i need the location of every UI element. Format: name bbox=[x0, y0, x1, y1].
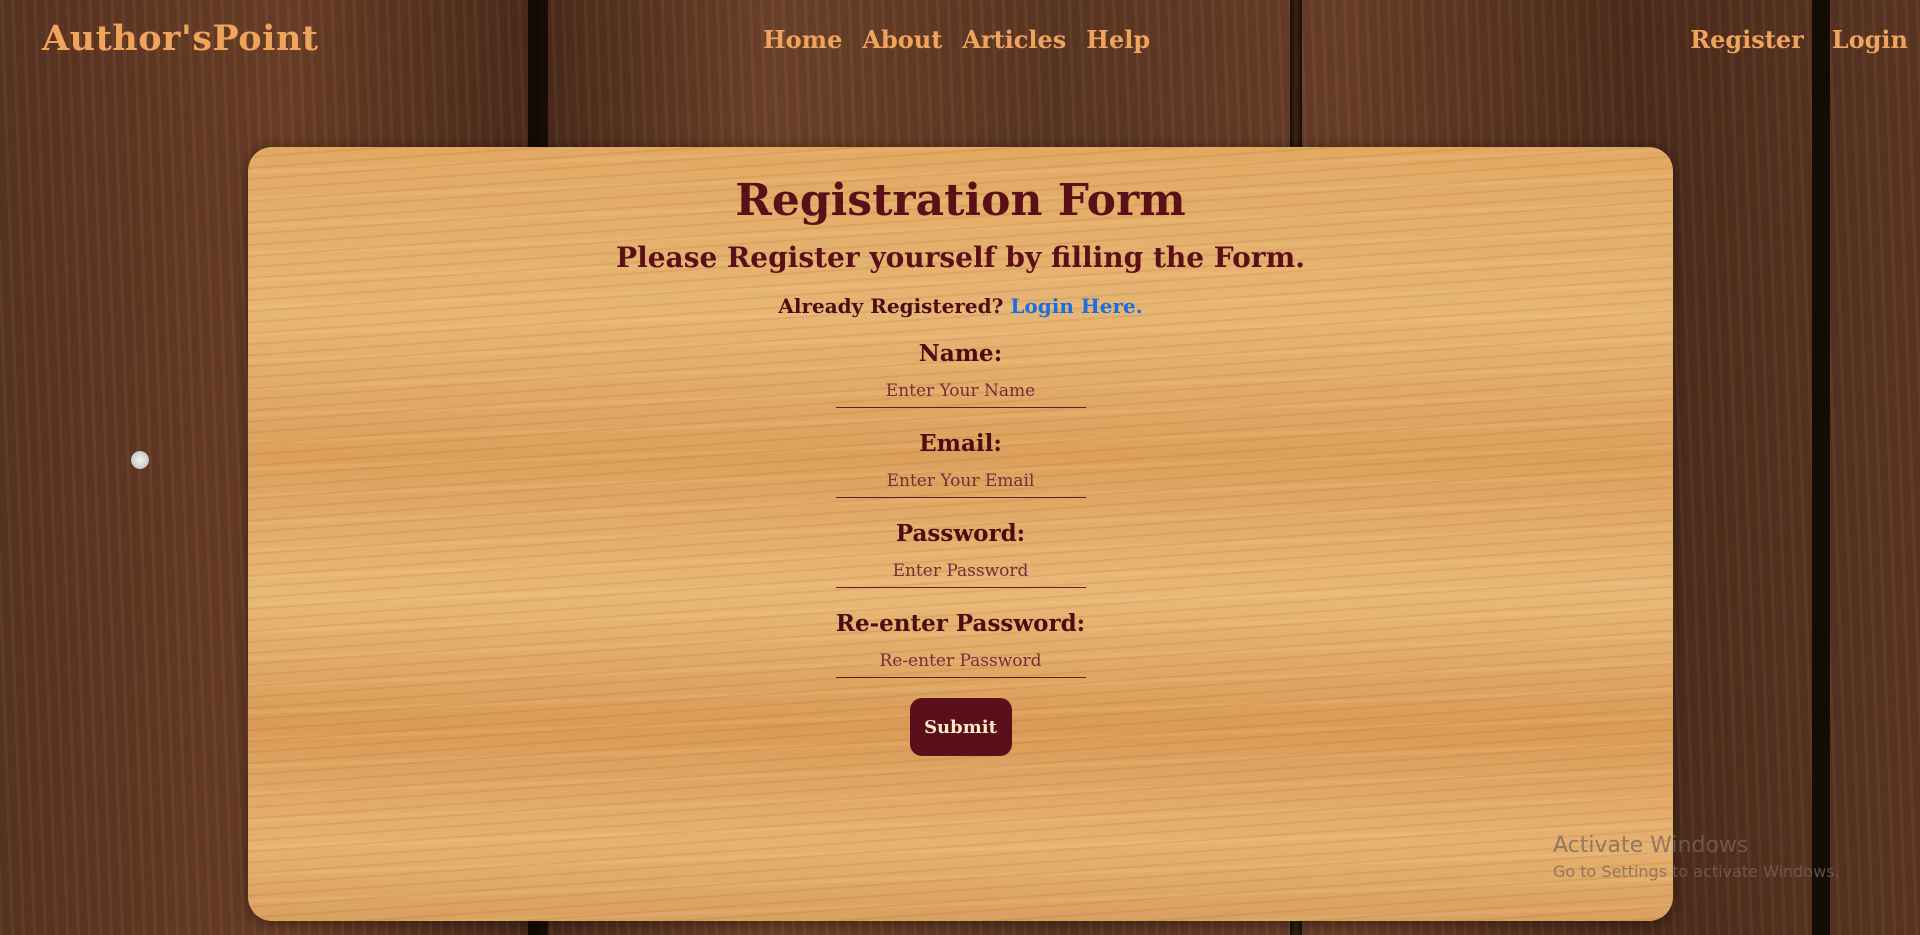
reenter-password-field-group: Re-enter Password: bbox=[835, 610, 1086, 679]
login-here-link[interactable]: Login Here. bbox=[1010, 294, 1142, 318]
registration-card: Registration Form Please Register yourse… bbox=[248, 147, 1673, 921]
activate-windows-watermark: Activate Windows Go to Settings to activ… bbox=[1553, 833, 1840, 881]
form-subtitle: Please Register yourself by filling the … bbox=[616, 241, 1305, 275]
name-label: Name: bbox=[918, 340, 1003, 368]
form-title: Registration Form bbox=[735, 175, 1186, 226]
reenter-password-input[interactable] bbox=[835, 651, 1086, 679]
email-input[interactable] bbox=[835, 471, 1086, 499]
email-field-group: Email: bbox=[835, 430, 1086, 499]
password-field-group: Password: bbox=[835, 520, 1086, 589]
background-knot bbox=[131, 451, 149, 469]
nav-link-help[interactable]: Help bbox=[1086, 25, 1150, 54]
nav-link-home[interactable]: Home bbox=[763, 25, 842, 54]
nav-link-articles[interactable]: Articles bbox=[962, 25, 1066, 54]
email-label: Email: bbox=[919, 430, 1002, 458]
login-prompt-text: Already Registered? bbox=[778, 294, 1004, 319]
nav-auth-links: Register Login bbox=[1690, 25, 1908, 54]
password-label: Password: bbox=[895, 520, 1026, 548]
nav-link-login[interactable]: Login bbox=[1832, 25, 1908, 54]
login-prompt-line: Already Registered? Login Here. bbox=[248, 294, 1673, 318]
navbar: Author'sPoint Home About Articles Help R… bbox=[0, 0, 1920, 80]
reenter-password-label: Re-enter Password: bbox=[835, 610, 1086, 638]
watermark-subtitle: Go to Settings to activate Windows. bbox=[1553, 862, 1840, 881]
name-input[interactable] bbox=[835, 381, 1086, 409]
name-field-group: Name: bbox=[835, 340, 1086, 409]
submit-button[interactable]: Submit bbox=[909, 698, 1012, 757]
nav-main-links: Home About Articles Help bbox=[763, 25, 1150, 54]
registration-form: Registration Form Please Register yourse… bbox=[248, 147, 1673, 757]
nav-link-register[interactable]: Register bbox=[1690, 25, 1804, 54]
brand-logo[interactable]: Author'sPoint bbox=[42, 18, 319, 59]
watermark-title: Activate Windows bbox=[1553, 833, 1749, 858]
nav-link-about[interactable]: About bbox=[862, 25, 942, 54]
password-input[interactable] bbox=[835, 561, 1086, 589]
